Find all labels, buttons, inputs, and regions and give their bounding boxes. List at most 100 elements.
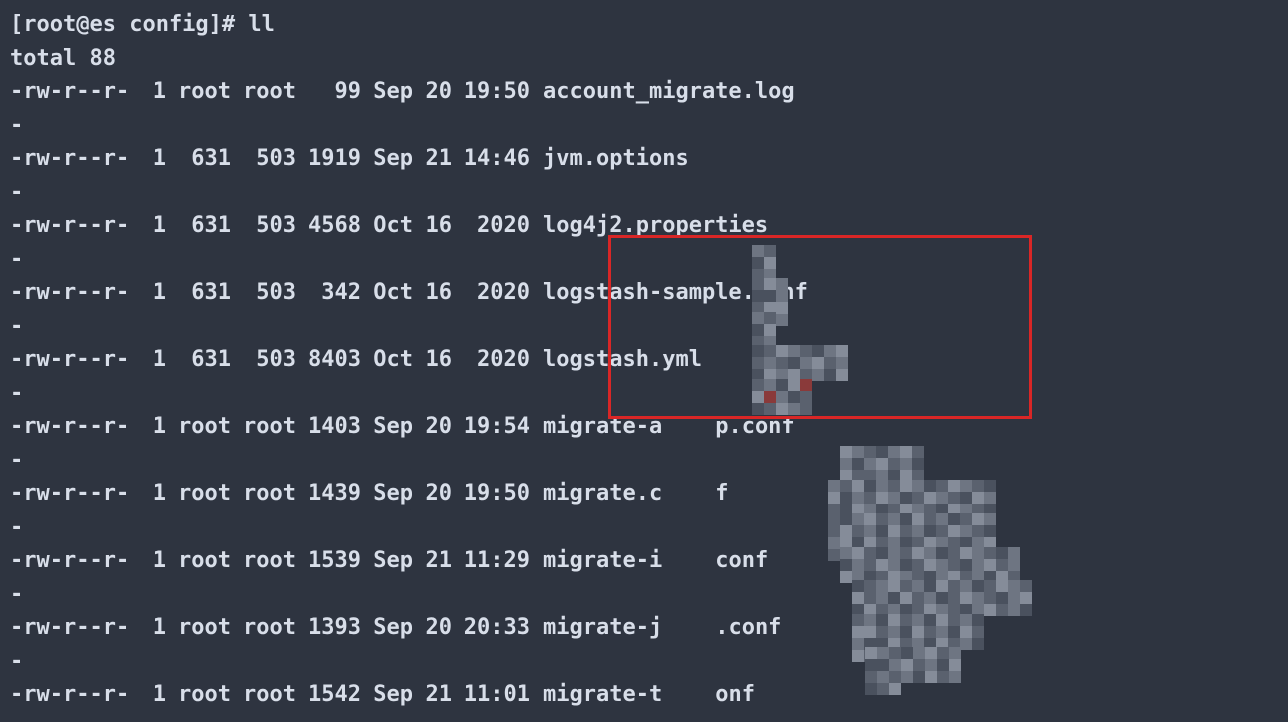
owner: root (166, 611, 231, 678)
month: Oct (361, 276, 413, 343)
group: 503 (231, 343, 296, 410)
filename: migrate-tXXXXonf (543, 678, 755, 722)
day: 20 (413, 477, 452, 544)
shell-prompt: [root@es config]# (10, 12, 248, 37)
total-line: total 88 (10, 42, 1278, 76)
link-count: 1 (140, 477, 166, 544)
size: 342 (296, 276, 361, 343)
link-count: 1 (140, 343, 166, 410)
size: 1393 (296, 611, 361, 678)
file-listing: -rw-r--r--1rootroot99Sep2019:50account_m… (10, 75, 1278, 722)
filename: logstash.yml (543, 343, 702, 410)
day: 20 (413, 611, 452, 678)
filename: migrate-iXXXXconf (543, 544, 768, 611)
group: root (231, 75, 296, 142)
link-count: 1 (140, 142, 166, 209)
day: 16 (413, 276, 452, 343)
size: 8403 (296, 343, 361, 410)
time: 20:33 (452, 611, 530, 678)
size: 1542 (296, 678, 361, 722)
file-row: -rw-r--r--16315031919Sep2114:46jvm.optio… (10, 142, 1278, 209)
link-count: 1 (140, 75, 166, 142)
group: 503 (231, 142, 296, 209)
permissions: -rw-r--r-- (10, 611, 140, 678)
permissions: -rw-r--r-- (10, 544, 140, 611)
group: 503 (231, 209, 296, 276)
permissions: -rw-r--r-- (10, 410, 140, 477)
file-row: -rw-r--r--1rootroot1542Sep2111:01migrate… (10, 678, 1278, 722)
filename: migrate-jXXXX.conf (543, 611, 781, 678)
file-row: -rw-r--r--1rootroot1439Sep2019:50migrate… (10, 477, 1278, 544)
permissions: -rw-r--r-- (10, 477, 140, 544)
owner: 631 (166, 209, 231, 276)
owner: root (166, 477, 231, 544)
permissions: -rw-r--r-- (10, 209, 140, 276)
month: Sep (361, 477, 413, 544)
month: Oct (361, 209, 413, 276)
day: 16 (413, 343, 452, 410)
owner: root (166, 678, 231, 722)
month: Sep (361, 678, 413, 722)
owner: root (166, 410, 231, 477)
time: 19:50 (452, 477, 530, 544)
day: 20 (413, 410, 452, 477)
filename: account_migrate.log (543, 75, 795, 142)
day: 21 (413, 544, 452, 611)
permissions: -rw-r--r-- (10, 75, 140, 142)
file-row: -rw-r--r--1rootroot1403Sep2019:54migrate… (10, 410, 1278, 477)
group: root (231, 544, 296, 611)
day: 16 (413, 209, 452, 276)
time: 19:50 (452, 75, 530, 142)
time: 2020 (452, 209, 530, 276)
time: 2020 (452, 276, 530, 343)
group: root (231, 477, 296, 544)
link-count: 1 (140, 544, 166, 611)
command-text: ll (248, 12, 275, 37)
terminal-window[interactable]: [root@es config]# ll total 88 -rw-r--r--… (0, 0, 1288, 722)
permissions: -rw-r--r-- (10, 276, 140, 343)
size: 1439 (296, 477, 361, 544)
owner: 631 (166, 276, 231, 343)
day: 21 (413, 142, 452, 209)
file-row: -rw-r--r--1rootroot99Sep2019:50account_m… (10, 75, 1278, 142)
link-count: 1 (140, 276, 166, 343)
month: Sep (361, 142, 413, 209)
time: 11:29 (452, 544, 530, 611)
time: 11:01 (452, 678, 530, 722)
permissions: -rw-r--r-- (10, 142, 140, 209)
file-row: -rw-r--r--1631503342Oct162020logstash-sa… (10, 276, 1278, 343)
group: root (231, 410, 296, 477)
month: Oct (361, 343, 413, 410)
time: 2020 (452, 343, 530, 410)
link-count: 1 (140, 410, 166, 477)
group: 503 (231, 276, 296, 343)
file-row: -rw-r--r--16315038403Oct162020logstash.y… (10, 343, 1278, 410)
size: 4568 (296, 209, 361, 276)
filename: migrate.cXXXXf (543, 477, 728, 544)
permissions: -rw-r--r-- (10, 343, 140, 410)
size: 1919 (296, 142, 361, 209)
size: 99 (296, 75, 361, 142)
size: 1403 (296, 410, 361, 477)
month: Sep (361, 410, 413, 477)
time: 19:54 (452, 410, 530, 477)
file-row: -rw-r--r--1rootroot1539Sep2111:29migrate… (10, 544, 1278, 611)
owner: root (166, 544, 231, 611)
group: root (231, 611, 296, 678)
month: Sep (361, 75, 413, 142)
owner: 631 (166, 142, 231, 209)
link-count: 1 (140, 209, 166, 276)
group: root (231, 678, 296, 722)
file-row: -rw-r--r--16315034568Oct162020log4j2.pro… (10, 209, 1278, 276)
link-count: 1 (140, 678, 166, 722)
month: Sep (361, 544, 413, 611)
file-row: -rw-r--r--1rootroot1393Sep2020:33migrate… (10, 611, 1278, 678)
filename: jvm.options (543, 142, 689, 209)
day: 20 (413, 75, 452, 142)
filename: logstash-sample.conf (543, 276, 808, 343)
filename: migrate-aXXXXp.conf (543, 410, 795, 477)
link-count: 1 (140, 611, 166, 678)
prompt-line: [root@es config]# ll (10, 8, 1278, 42)
month: Sep (361, 611, 413, 678)
size: 1539 (296, 544, 361, 611)
